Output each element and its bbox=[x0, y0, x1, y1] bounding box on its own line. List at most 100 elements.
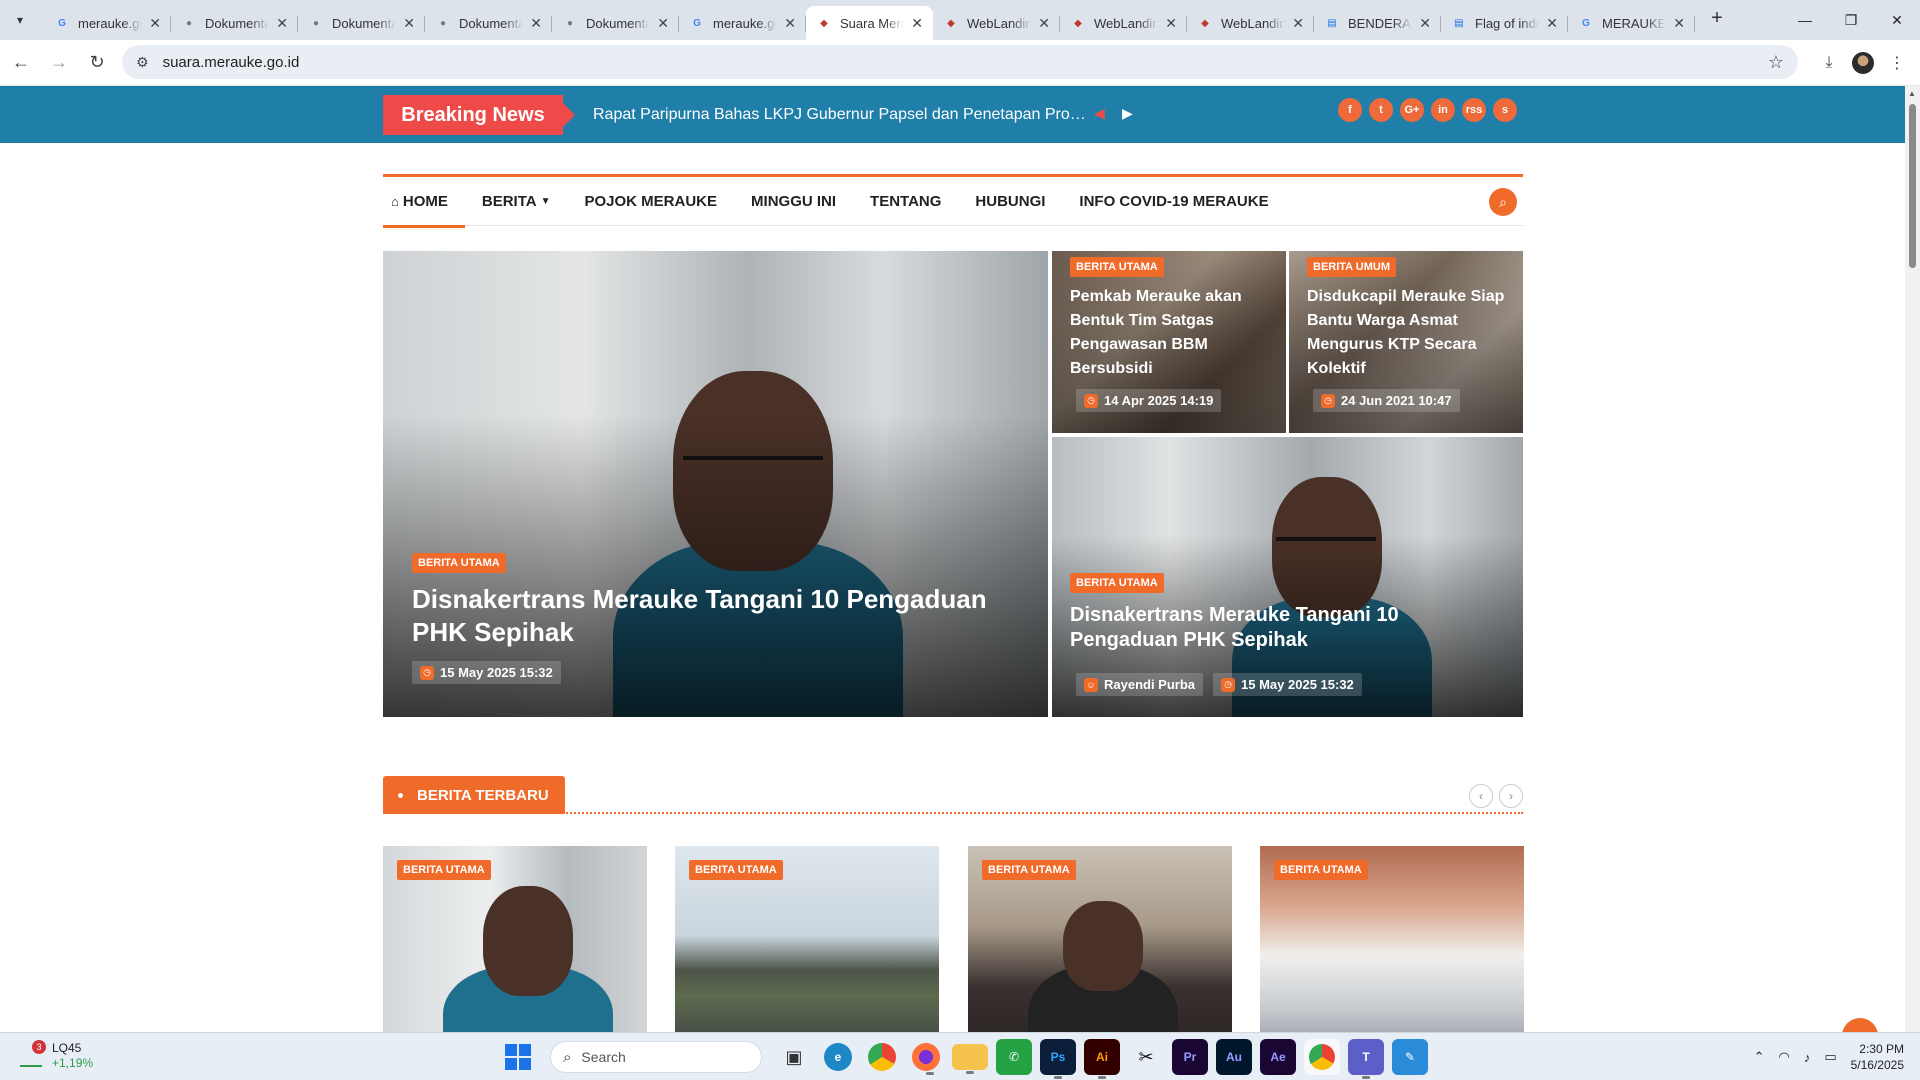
download-icon[interactable]: ⤓ bbox=[1812, 46, 1846, 80]
browser-tab[interactable]: ◆ WebLanding ✕ bbox=[1060, 6, 1187, 40]
hero-side-story-2[interactable]: BERITA UMUM Disdukcapil Merauke Siap Ban… bbox=[1289, 251, 1523, 433]
scroll-up-icon[interactable]: ▲ bbox=[1908, 89, 1916, 98]
nav-berita[interactable]: BERITA ▼ bbox=[465, 177, 568, 226]
tab-close-icon[interactable]: ✕ bbox=[1292, 15, 1304, 32]
browser-tab[interactable]: G MERAUKE ✕ bbox=[1568, 6, 1695, 40]
windows-start-icon[interactable] bbox=[500, 1039, 536, 1075]
tab-search-menu-icon[interactable]: ▾ bbox=[6, 6, 34, 34]
browser-tab[interactable]: ▤ BENDERA ✕ bbox=[1314, 6, 1441, 40]
minimize-icon[interactable]: — bbox=[1782, 0, 1828, 40]
address-bar[interactable]: ⚙ suara.merauke.go.id ☆ bbox=[122, 45, 1798, 79]
category-badge[interactable]: BERITA UTAMA bbox=[1070, 573, 1164, 593]
tab-close-icon[interactable]: ✕ bbox=[1038, 15, 1050, 32]
forward-icon[interactable]: → bbox=[42, 46, 76, 80]
author-pill[interactable]: ☺ Rayendi Purba bbox=[1076, 673, 1204, 696]
social-icon[interactable]: t bbox=[1369, 98, 1393, 122]
address-url[interactable]: suara.merauke.go.id bbox=[163, 54, 300, 71]
hero-main-title[interactable]: Disnakertrans Merauke Tangani 10 Pengadu… bbox=[412, 583, 1012, 648]
search-icon[interactable]: ⌕ bbox=[1489, 188, 1517, 216]
browser-tab[interactable]: ● Dokumentasi ✕ bbox=[171, 6, 298, 40]
category-badge[interactable]: BERITA UTAMA bbox=[1274, 860, 1368, 880]
category-badge[interactable]: BERITA UTAMA bbox=[689, 860, 783, 880]
latest-news-card[interactable]: BERITA UTAMA bbox=[675, 846, 939, 1032]
tab-close-icon[interactable]: ✕ bbox=[1419, 15, 1431, 32]
side-story-3-title[interactable]: Disnakertrans Merauke Tangani 10 Pengadu… bbox=[1070, 603, 1470, 653]
browser-menu-icon[interactable]: ⋮ bbox=[1880, 46, 1914, 80]
tab-close-icon[interactable]: ✕ bbox=[276, 15, 288, 32]
nav-minggu-ini[interactable]: MINGGU INI bbox=[734, 177, 853, 226]
tab-close-icon[interactable]: ✕ bbox=[1673, 15, 1685, 32]
browser-tab[interactable]: ▤ Flag of indonesia ✕ bbox=[1441, 6, 1568, 40]
browser-tab[interactable]: ● Dokumentasi ✕ bbox=[298, 6, 425, 40]
new-tab-button[interactable]: + bbox=[1703, 5, 1731, 33]
ticker-next-icon[interactable]: ▶ bbox=[1122, 105, 1133, 122]
paint-icon[interactable]: ✎ bbox=[1392, 1039, 1428, 1075]
bookmark-star-icon[interactable]: ☆ bbox=[1768, 52, 1784, 73]
carousel-next-icon[interactable]: › bbox=[1499, 784, 1523, 808]
teams-icon[interactable]: T bbox=[1348, 1039, 1384, 1079]
after-effects-icon[interactable]: Ae bbox=[1260, 1039, 1296, 1075]
hero-side-story-1[interactable]: BERITA UTAMA Pemkab Merauke akan Bentuk … bbox=[1052, 251, 1286, 433]
browser-tab[interactable]: Gmerauke.go.id ✕ bbox=[44, 6, 171, 40]
breaking-news-headline[interactable]: Rapat Paripurna Bahas LKPJ Gubernur Paps… bbox=[593, 106, 1091, 124]
browser-tab[interactable]: ◆ WebLanding ✕ bbox=[933, 6, 1060, 40]
profile-avatar[interactable] bbox=[1852, 52, 1874, 74]
stock-widget[interactable]: 3 LQ45 +1,19% bbox=[18, 1040, 93, 1071]
category-badge[interactable]: BERITA UTAMA bbox=[1070, 257, 1164, 277]
nav-home[interactable]: ⌂ HOME bbox=[383, 177, 465, 228]
browser-tab[interactable]: ● Dokumentasi ✕ bbox=[552, 6, 679, 40]
chevron-up-icon[interactable]: ⌃ bbox=[1754, 1049, 1765, 1065]
chrome-icon[interactable] bbox=[868, 1043, 896, 1071]
nav-pojok-merauke[interactable]: POJOK MERAUKE bbox=[568, 177, 735, 226]
restore-icon[interactable]: ❐ bbox=[1828, 0, 1874, 40]
back-to-top-button[interactable] bbox=[1842, 1018, 1878, 1032]
whatsapp-icon[interactable]: ✆ bbox=[996, 1039, 1032, 1075]
scrollbar-thumb[interactable] bbox=[1909, 104, 1916, 268]
audition-icon[interactable]: Au bbox=[1216, 1039, 1252, 1075]
close-window-icon[interactable]: ✕ bbox=[1874, 0, 1920, 40]
reload-icon[interactable]: ↻ bbox=[80, 46, 114, 80]
site-info-icon[interactable]: ⚙ bbox=[136, 54, 149, 71]
side-story-1-title[interactable]: Pemkab Merauke akan Bentuk Tim Satgas Pe… bbox=[1070, 285, 1275, 381]
tab-close-icon[interactable]: ✕ bbox=[1546, 15, 1558, 32]
nav-tentang[interactable]: TENTANG bbox=[853, 177, 958, 226]
browser-tab[interactable]: ● Dokumentasi ✕ bbox=[425, 6, 552, 40]
chrome-active-icon[interactable] bbox=[1304, 1039, 1340, 1075]
browser-tab[interactable]: Gmerauke.go.id ✕ bbox=[679, 6, 806, 40]
premiere-icon[interactable]: Pr bbox=[1172, 1039, 1208, 1075]
tab-close-icon[interactable]: ✕ bbox=[149, 15, 161, 32]
page-scrollbar[interactable]: ▲ bbox=[1905, 86, 1920, 1032]
volume-icon[interactable]: ♪ bbox=[1804, 1050, 1811, 1065]
tab-close-icon[interactable]: ✕ bbox=[1165, 15, 1177, 32]
ticker-prev-icon[interactable]: ◀ bbox=[1094, 105, 1105, 122]
system-clock[interactable]: 2:30 PM 5/16/2025 bbox=[1851, 1041, 1904, 1073]
taskbar-search[interactable]: ⌕ Search bbox=[550, 1041, 762, 1073]
category-badge[interactable]: BERITA UTAMA bbox=[397, 860, 491, 880]
hero-main-story[interactable]: BERITA UTAMA Disnakertrans Merauke Tanga… bbox=[383, 251, 1048, 717]
tab-close-icon[interactable]: ✕ bbox=[657, 15, 669, 32]
social-icon[interactable]: f bbox=[1338, 98, 1362, 122]
task-view-icon[interactable]: ▣ bbox=[776, 1039, 812, 1075]
latest-news-card[interactable]: BERITA UTAMA bbox=[968, 846, 1232, 1032]
side-story-2-title[interactable]: Disdukcapil Merauke Siap Bantu Warga Asm… bbox=[1307, 285, 1512, 381]
latest-news-card[interactable]: BERITA UTAMA bbox=[383, 846, 647, 1032]
file-explorer-icon[interactable] bbox=[952, 1044, 988, 1074]
carousel-prev-icon[interactable]: ‹ bbox=[1469, 784, 1493, 808]
social-icon[interactable]: s bbox=[1493, 98, 1517, 122]
photoshop-icon[interactable]: Ps bbox=[1040, 1039, 1076, 1079]
tab-close-icon[interactable]: ✕ bbox=[530, 15, 542, 32]
social-icon[interactable]: in bbox=[1431, 98, 1455, 122]
social-icon[interactable]: G+ bbox=[1400, 98, 1424, 122]
nav-hubungi[interactable]: HUBUNGI bbox=[958, 177, 1062, 226]
illustrator-icon[interactable]: Ai bbox=[1084, 1039, 1120, 1079]
browser-tab[interactable]: ◆ WebLanding ✕ bbox=[1187, 6, 1314, 40]
tab-close-icon[interactable]: ✕ bbox=[911, 15, 923, 32]
wifi-icon[interactable]: ◠ bbox=[1778, 1049, 1789, 1065]
category-badge[interactable]: BERITA UMUM bbox=[1307, 257, 1396, 277]
latest-news-card[interactable]: BERITA UTAMA bbox=[1260, 846, 1524, 1032]
back-icon[interactable]: ← bbox=[4, 46, 38, 80]
capcut-icon[interactable]: ✂ bbox=[1128, 1039, 1164, 1075]
edge-icon[interactable]: e bbox=[824, 1043, 852, 1071]
battery-icon[interactable]: ▭ bbox=[1824, 1049, 1836, 1065]
firefox-icon[interactable] bbox=[912, 1043, 940, 1075]
